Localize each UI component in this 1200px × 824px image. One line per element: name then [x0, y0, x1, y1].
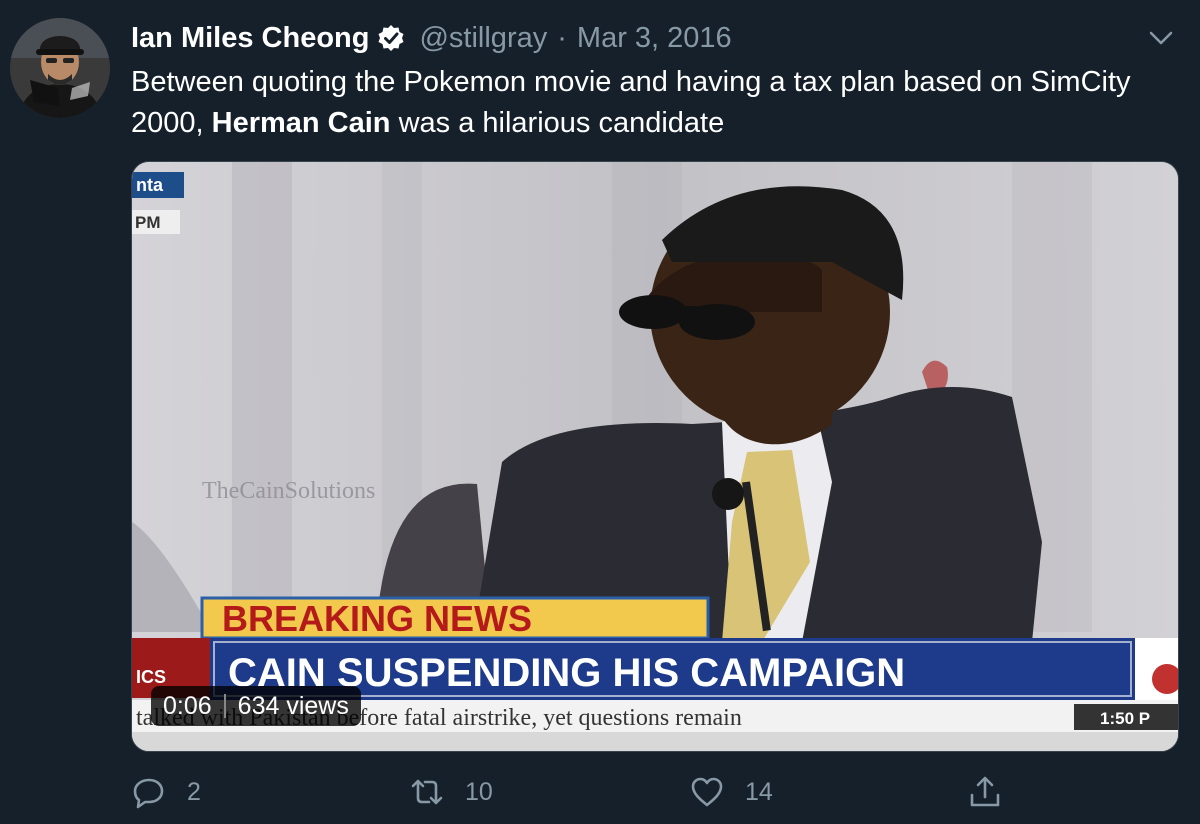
tweet-actions: 2 10 14	[131, 770, 1177, 814]
corner-label-top: nta	[136, 175, 164, 195]
reply-icon	[133, 778, 164, 809]
corner-label-bottom: PM	[135, 213, 161, 232]
backdrop-text: TheCainSolutions	[202, 478, 375, 504]
retweet-button[interactable]: 10	[409, 770, 493, 814]
avatar[interactable]	[10, 18, 110, 118]
avatar-image	[10, 18, 110, 118]
display-name[interactable]: Ian Miles Cheong	[131, 22, 369, 55]
share-icon	[970, 776, 1000, 807]
video-meta-divider	[223, 694, 226, 718]
video-frame: nta PM TheCainSolutions BREAKING NEWS IC…	[132, 162, 1178, 751]
ticker-time: 1:50 P	[1100, 709, 1150, 728]
tweet-text-bold: Herman Cain	[211, 107, 391, 139]
handle[interactable]: @stillgray	[419, 22, 547, 55]
verified-badge-icon	[377, 24, 405, 52]
reply-button[interactable]: 2	[131, 770, 201, 814]
reply-count: 2	[187, 777, 201, 806]
tweet-header: Ian Miles Cheong @stillgray · Mar 3, 201…	[131, 18, 732, 58]
chevron-down-icon[interactable]	[1146, 26, 1176, 50]
video-player[interactable]: nta PM TheCainSolutions BREAKING NEWS IC…	[131, 161, 1179, 752]
retweet-icon	[411, 779, 443, 805]
share-button[interactable]	[967, 770, 1003, 814]
retweet-count: 10	[465, 777, 493, 806]
tweet-text: Between quoting the Pokemon movie and ha…	[131, 62, 1151, 144]
like-button[interactable]: 14	[689, 770, 773, 814]
tweet-text-part2: was a hilarious candidate	[390, 107, 725, 139]
heart-icon	[691, 777, 723, 807]
video-views: 634 views	[237, 691, 349, 720]
breaking-news-text: BREAKING NEWS	[222, 598, 532, 639]
like-count: 14	[745, 777, 773, 806]
video-meta-overlay: 0:06 634 views	[151, 686, 361, 726]
video-duration: 0:06	[163, 691, 212, 720]
network-label: ICS	[136, 667, 166, 687]
separator-dot: ·	[557, 21, 567, 54]
tweet-date[interactable]: Mar 3, 2016	[577, 22, 732, 55]
